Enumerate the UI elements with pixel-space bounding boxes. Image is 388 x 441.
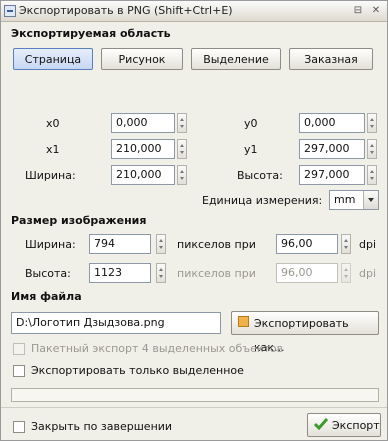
dpi-x-field[interactable]: 96,00 (276, 234, 338, 254)
export-button[interactable]: Экспорт (307, 413, 381, 437)
y1-label: y1 (244, 143, 258, 156)
x1-spinner[interactable] (177, 139, 187, 159)
units-label: Единица измерения: (202, 194, 323, 207)
hide-unselected-checkbox[interactable] (13, 365, 25, 377)
y0-spinner[interactable] (367, 113, 377, 133)
y0-label: y0 (244, 117, 258, 130)
filename-heading: Имя файла (11, 290, 82, 303)
x1-label: x1 (46, 143, 60, 156)
image-width-label: Ширина: (25, 238, 76, 251)
filename-field[interactable]: D:\Логотип Дзыдзова.png (11, 312, 221, 334)
dpi-y-spinner (341, 263, 351, 283)
pin-icon[interactable]: ⊟ (351, 4, 365, 17)
tab-custom[interactable]: Заказная (289, 48, 373, 70)
y1-spinner[interactable] (367, 139, 377, 159)
tab-page[interactable]: Страница (13, 48, 93, 70)
export-progress-bar (11, 388, 379, 402)
area-width-spinner[interactable] (177, 165, 187, 185)
dpi-unit-2: dpi (359, 267, 377, 280)
dialog-icon (4, 5, 16, 17)
footer-divider (1, 407, 387, 408)
batch-export-label: Пакетный экспорт 4 выделенных объектов (31, 342, 284, 355)
image-width-spinner[interactable] (156, 234, 166, 254)
x0-label: x0 (46, 117, 60, 130)
dpi-y-field: 96,00 (276, 263, 338, 283)
image-height-label: Высота: (25, 267, 71, 280)
image-width-field[interactable]: 794 (89, 234, 151, 254)
x1-field[interactable]: 210,000 (111, 139, 175, 159)
title-bar: Экспортировать в PNG (Shift+Ctrl+E) ⊟ ✕ (1, 1, 387, 22)
save-icon (238, 316, 249, 327)
chevron-down-icon (363, 191, 378, 209)
close-icon[interactable]: ✕ (369, 4, 383, 17)
dpi-unit-1: dpi (359, 238, 377, 251)
units-value: mm (334, 193, 356, 206)
area-height-spinner[interactable] (367, 165, 377, 185)
x0-spinner[interactable] (177, 113, 187, 133)
window-title: Экспортировать в PNG (Shift+Ctrl+E) (19, 4, 233, 17)
tab-selection[interactable]: Выделение (191, 48, 281, 70)
image-height-spinner[interactable] (156, 263, 166, 283)
checkmark-icon (314, 418, 328, 430)
x0-field[interactable]: 0,000 (111, 113, 175, 133)
area-width-field[interactable]: 210,000 (111, 165, 175, 185)
export-as-button[interactable]: Экспортировать как... (231, 311, 379, 354)
export-png-dialog: Экспортировать в PNG (Shift+Ctrl+E) ⊟ ✕ … (0, 0, 388, 441)
tab-drawing[interactable]: Рисунок (101, 48, 183, 70)
area-width-label: Ширина: (25, 169, 76, 182)
image-height-field[interactable]: 1123 (89, 263, 151, 283)
dpi-x-spinner[interactable] (341, 234, 351, 254)
batch-export-checkbox[interactable] (13, 343, 25, 355)
area-height-field[interactable]: 297,000 (299, 165, 365, 185)
units-select[interactable]: mm (329, 190, 379, 210)
pixels-at-label-2: пикселов при (177, 267, 256, 280)
close-when-done-label: Закрыть по завершении (31, 420, 173, 433)
export-button-label: Экспорт (332, 419, 380, 432)
image-size-heading: Размер изображения (11, 214, 147, 227)
export-area-heading: Экспортируемая область (11, 27, 171, 40)
y1-field[interactable]: 297,000 (299, 139, 365, 159)
y0-field[interactable]: 0,000 (299, 113, 365, 133)
pixels-at-label-1: пикселов при (177, 238, 256, 251)
area-height-label: Высота: (237, 169, 283, 182)
hide-unselected-label: Экспортировать только выделенное (31, 364, 244, 377)
close-when-done-checkbox[interactable] (13, 421, 25, 433)
